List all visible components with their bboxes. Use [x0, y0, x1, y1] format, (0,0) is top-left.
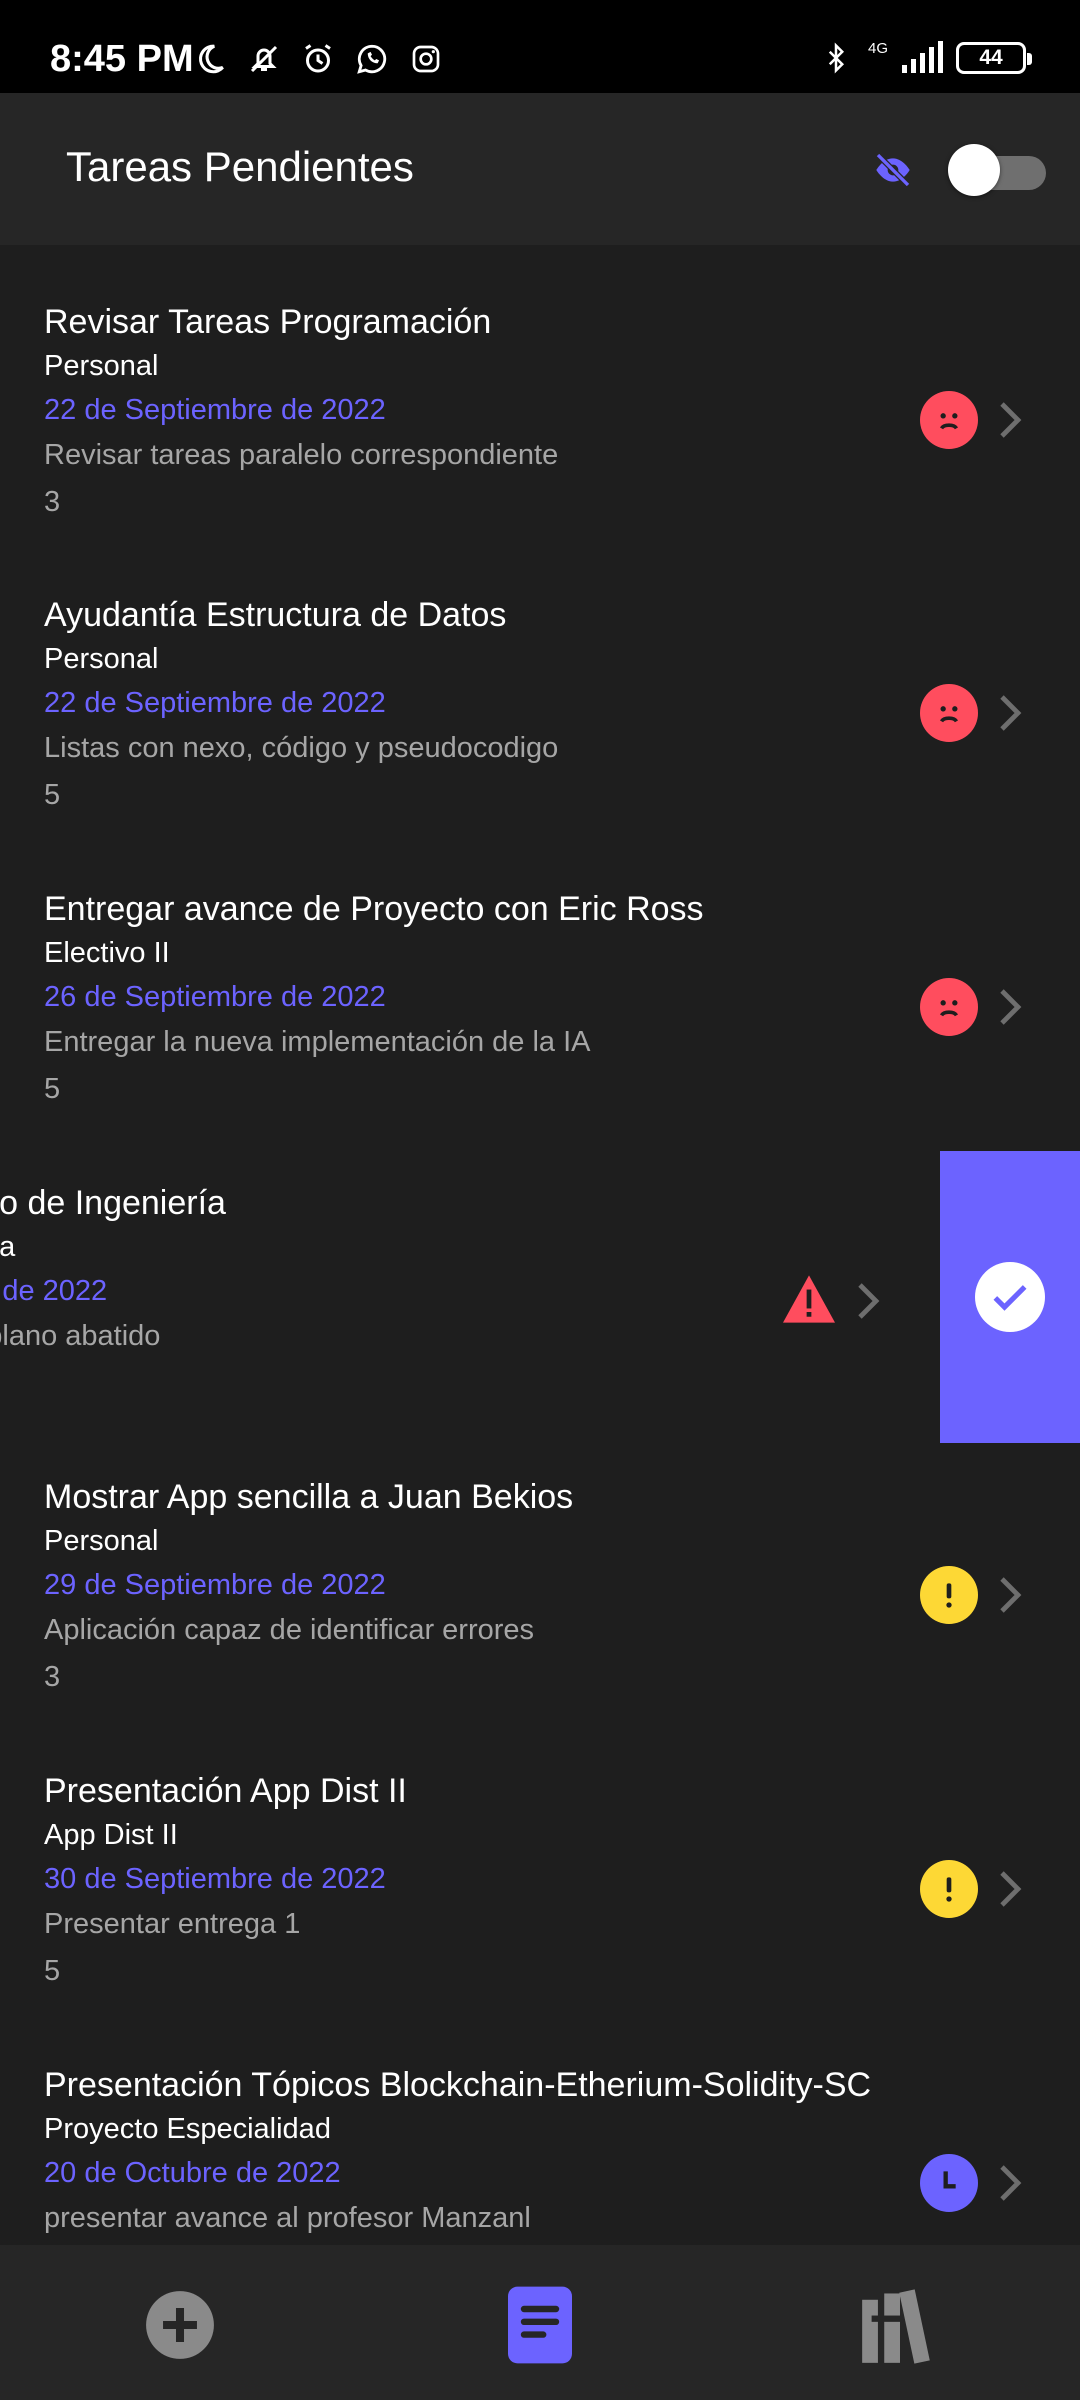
sad-face-icon — [920, 391, 978, 449]
task-date: 30 de Septiembre de 2022 — [44, 1863, 386, 1895]
bell-off-icon — [244, 39, 284, 79]
task-date: 22 de Septiembre de 2022 — [44, 687, 386, 719]
task-content: Revisar Tareas Programación Personal 22 … — [44, 300, 890, 526]
task-count: 5 — [44, 1955, 61, 1987]
task-item[interactable]: Presentación Tópicos Blockchain-Etherium… — [0, 2008, 1080, 2245]
chevron-right-icon[interactable] — [850, 1279, 886, 1323]
task-count: 5 — [44, 1073, 61, 1105]
warning-icon — [780, 1270, 838, 1328]
task-count: 5 — [44, 779, 61, 811]
task-title: Presentación Tópicos Blockchain-Etherium… — [44, 2066, 872, 2104]
task-content: Ayudantía Estructura de Datos Personal 2… — [44, 593, 890, 819]
sad-face-icon — [920, 978, 978, 1036]
toggle-thumb — [948, 144, 1000, 196]
status-notification-icons — [190, 37, 446, 81]
task-date: 22 de Septiembre de 2022 — [44, 394, 386, 426]
chevron-right-icon[interactable] — [992, 398, 1028, 442]
task-category: Personal — [44, 643, 159, 675]
task-date: 29 de Septiembre de 2022 — [44, 1569, 386, 1601]
task-list: Revisar Tareas Programación Personal 22 … — [0, 245, 1080, 2245]
task-count: 3 — [44, 486, 61, 518]
document-list-icon — [508, 2286, 572, 2364]
show-toggle[interactable] — [948, 144, 1048, 196]
task-category: Personal — [44, 1525, 159, 1557]
nav-pending-tasks[interactable] — [500, 2285, 580, 2365]
clock-icon — [920, 2154, 978, 2212]
status-system-icons: 4G 44 — [816, 36, 1032, 80]
task-content: Presentación App Dist II App Dist II 30 … — [44, 1769, 890, 1995]
complete-task-button[interactable] — [940, 1151, 1080, 1443]
task-category: Electivo II — [44, 937, 170, 969]
task-content: a de Dibujo de Ingeniería de Ingeniería … — [0, 1181, 226, 1359]
task-date: Septiembre de 2022 — [0, 1275, 108, 1307]
chevron-right-icon[interactable] — [992, 1867, 1028, 1911]
task-title: Entregar avance de Proyecto con Eric Ros… — [44, 890, 704, 928]
network-type: 4G — [867, 39, 888, 57]
signal-icon — [900, 38, 944, 78]
task-category: App Dist II — [44, 1819, 178, 1851]
task-category: Proyecto Especialidad — [44, 2113, 331, 2145]
alarm-icon — [298, 39, 338, 79]
chevron-right-icon[interactable] — [992, 1573, 1028, 1617]
task-title: Ayudantía Estructura de Datos — [44, 596, 507, 634]
task-title: Revisar Tareas Programación — [44, 303, 492, 341]
app-bar: Tareas Pendientes — [0, 93, 1080, 245]
task-category: Personal — [44, 350, 159, 382]
add-task-button[interactable] — [140, 2285, 220, 2365]
task-date: 26 de Septiembre de 2022 — [44, 981, 386, 1013]
exclamation-icon — [920, 1860, 978, 1918]
task-description: Listas con nexo, código y pseudocodigo — [44, 732, 559, 764]
task-item[interactable]: Entregar avance de Proyecto con Eric Ros… — [0, 832, 1080, 1124]
task-content: Mostrar App sencilla a Juan Bekios Perso… — [44, 1475, 890, 1701]
status-time: 8:45 PM — [50, 38, 194, 80]
task-description: presentar avance al profesor Manzanl — [44, 2202, 531, 2234]
task-description: Aplicación capaz de identificar errores — [44, 1614, 535, 1646]
task-item[interactable]: Revisar Tareas Programación Personal 22 … — [0, 245, 1080, 537]
instagram-icon — [406, 39, 446, 79]
task-title: Presentación App Dist II — [44, 1772, 407, 1810]
nav-library[interactable] — [860, 2285, 940, 2365]
sad-face-icon — [920, 684, 978, 742]
task-category: de Ingeniería — [0, 1231, 16, 1263]
task-count: 3 — [44, 1661, 61, 1693]
chevron-right-icon[interactable] — [992, 985, 1028, 1029]
chevron-right-icon[interactable] — [992, 691, 1028, 735]
task-content: Presentación Tópicos Blockchain-Etherium… — [44, 2063, 930, 2241]
task-item[interactable]: Ayudantía Estructura de Datos Personal 2… — [0, 538, 1080, 830]
task-title: a de Dibujo de Ingeniería — [0, 1184, 226, 1222]
task-item[interactable]: Presentación App Dist II App Dist II 30 … — [0, 1714, 1080, 2006]
moon-icon — [190, 39, 230, 79]
bluetooth-icon — [816, 38, 856, 78]
bottom-navigation — [0, 2245, 1080, 2400]
eye-off-icon[interactable] — [868, 148, 918, 192]
task-item[interactable]: Mostrar App sencilla a Juan Bekios Perso… — [0, 1420, 1080, 1712]
task-date: 20 de Octubre de 2022 — [44, 2157, 341, 2189]
battery-indicator: 44 — [956, 42, 1032, 74]
page-title: Tareas Pendientes — [66, 143, 414, 190]
status-bar: 8:45 PM 4G 44 — [0, 0, 1080, 93]
task-description: Entregar la nueva implementación de la I… — [44, 1026, 591, 1058]
chevron-right-icon[interactable] — [992, 2161, 1028, 2205]
task-title: Mostrar App sencilla a Juan Bekios — [44, 1478, 574, 1516]
exclamation-icon — [920, 1566, 978, 1624]
task-content: Entregar avance de Proyecto con Eric Ros… — [44, 887, 890, 1113]
library-icon — [859, 2286, 941, 2364]
task-description: Revisar tareas paralelo correspondiente — [44, 439, 559, 471]
whatsapp-icon — [352, 39, 392, 79]
task-description: Presentar entrega 1 — [44, 1908, 301, 1940]
task-item-swiped[interactable]: a de Dibujo de Ingeniería de Ingeniería … — [0, 1126, 882, 1418]
task-description: idos hasta plano abatido — [0, 1320, 161, 1352]
check-icon — [975, 1262, 1045, 1332]
add-icon — [143, 2288, 217, 2362]
